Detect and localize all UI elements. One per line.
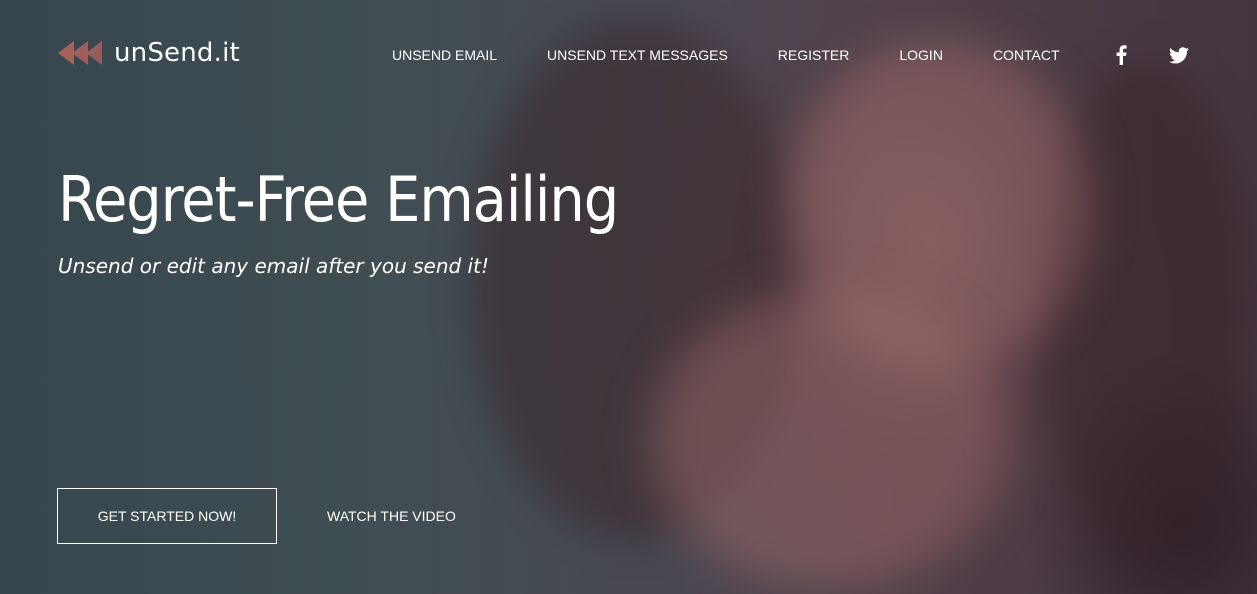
hero-section: unSend.it UNSEND EMAIL UNSEND TEXT MESSA… bbox=[0, 0, 1257, 594]
hero-subheadline: Unsend or edit any email after you send … bbox=[58, 254, 489, 278]
hero-headline: Regret-Free Emailing bbox=[58, 163, 619, 236]
watch-video-link[interactable]: WATCH THE VIDEO bbox=[327, 508, 456, 524]
brand-name: unSend.it bbox=[114, 38, 240, 68]
triple-rewind-arrows-icon bbox=[58, 38, 104, 68]
social-links bbox=[1110, 44, 1190, 66]
twitter-icon[interactable] bbox=[1168, 44, 1190, 66]
nav-link-unsend-text-messages[interactable]: UNSEND TEXT MESSAGES bbox=[547, 47, 728, 63]
get-started-button[interactable]: GET STARTED NOW! bbox=[57, 488, 277, 544]
brand-logo[interactable]: unSend.it bbox=[58, 38, 240, 68]
nav-link-contact[interactable]: CONTACT bbox=[993, 47, 1060, 63]
facebook-icon[interactable] bbox=[1110, 44, 1132, 66]
nav-link-login[interactable]: LOGIN bbox=[899, 47, 943, 63]
nav-link-register[interactable]: REGISTER bbox=[778, 47, 850, 63]
nav-link-unsend-email[interactable]: UNSEND EMAIL bbox=[392, 47, 497, 63]
main-nav: UNSEND EMAIL UNSEND TEXT MESSAGES REGIST… bbox=[392, 45, 1190, 65]
